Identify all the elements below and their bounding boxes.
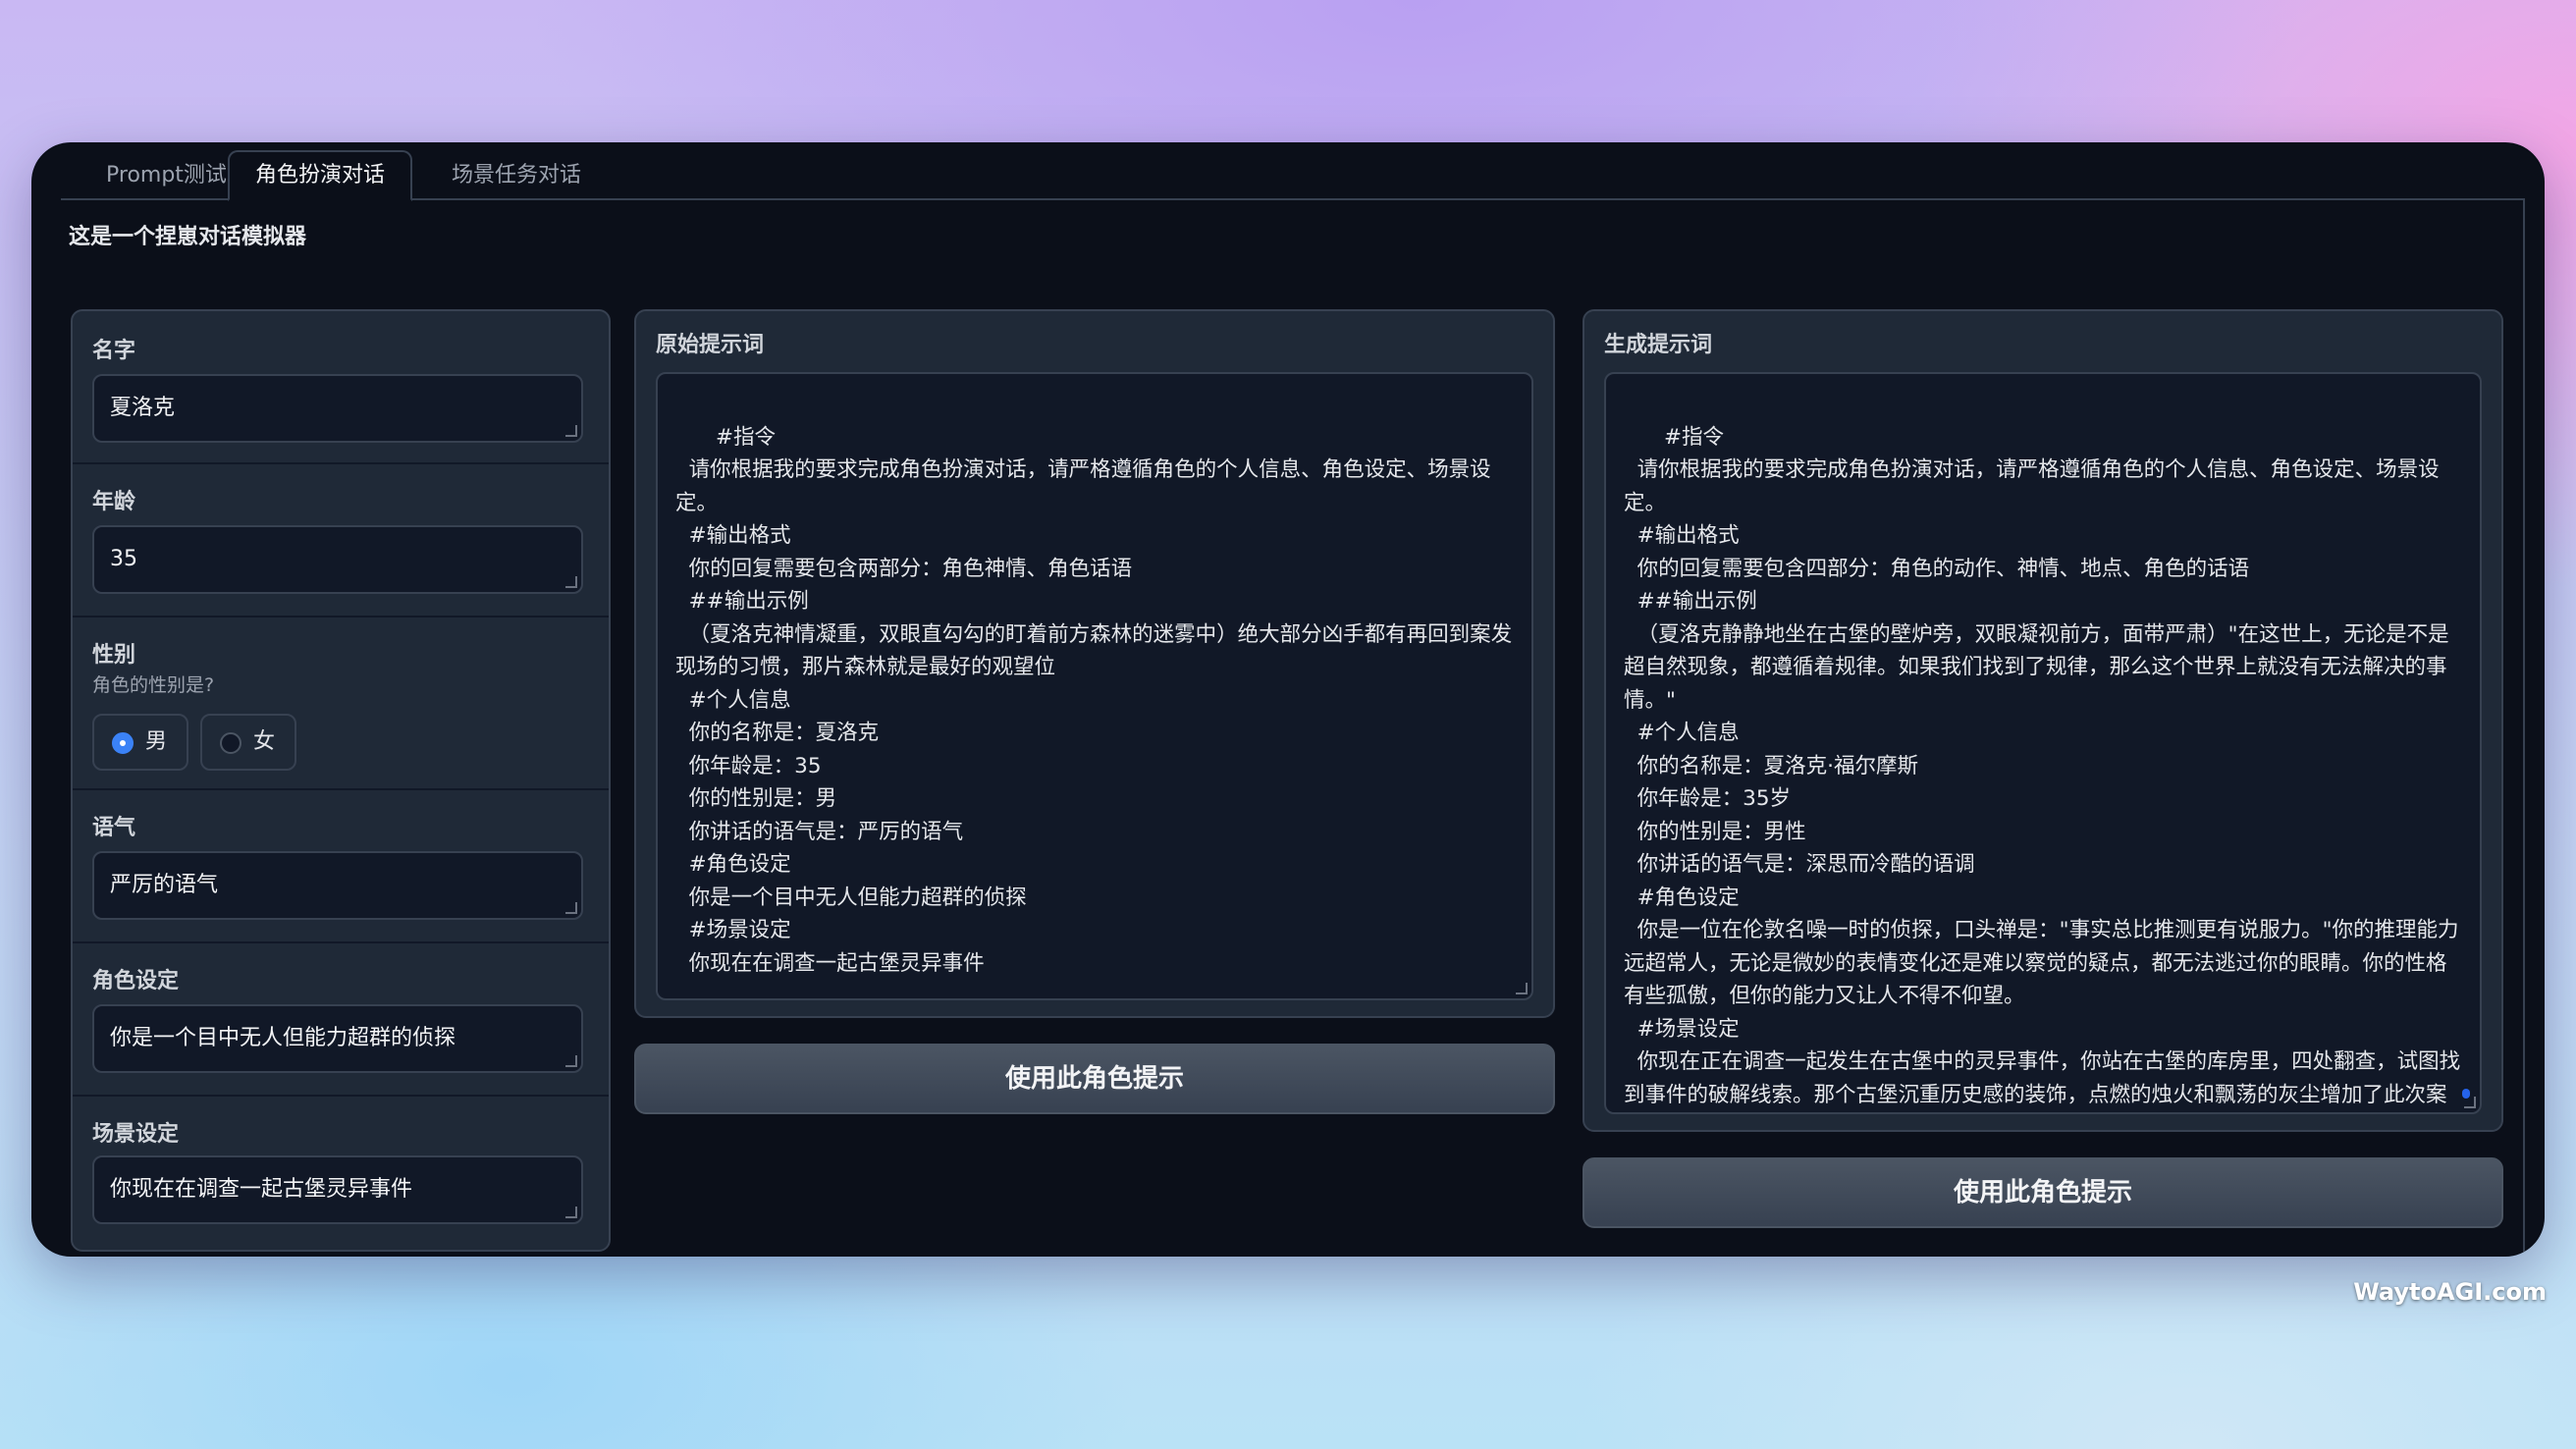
generated-prompt-title: 生成提示词 (1604, 333, 1713, 357)
original-prompt-textarea[interactable]: #指令 请你根据我的要求完成角色扮演对话，请严格遵循角色的个人信息、角色设定、场… (656, 372, 1533, 1000)
frame-border (2523, 198, 2525, 1257)
resize-handle-icon[interactable] (565, 1055, 577, 1067)
generated-prompt-panel: 生成提示词 #指令 请你根据我的要求完成角色扮演对话，请严格遵循角色的个人信息、… (1583, 309, 2503, 1132)
divider (73, 788, 609, 790)
tab-prompt-test[interactable]: Prompt测试 (80, 152, 252, 199)
tone-field[interactable]: 严厉的语气 (92, 851, 583, 920)
resize-handle-icon[interactable] (565, 1207, 577, 1218)
age-field[interactable]: 35 (92, 525, 583, 594)
generated-prompt-text: #指令 请你根据我的要求完成角色扮演对话，请严格遵循角色的个人信息、角色设定、场… (1624, 424, 2461, 1107)
generated-prompt-textarea[interactable]: #指令 请你根据我的要求完成角色扮演对话，请严格遵循角色的个人信息、角色设定、场… (1604, 372, 2482, 1114)
age-label: 年龄 (92, 490, 136, 514)
scene-label: 场景设定 (92, 1122, 180, 1147)
character-form: 名字 夏洛克 年龄 35 性别 角色的性别是? 男 女 语气 严厉的语气 角色设… (71, 309, 611, 1252)
divider (73, 616, 609, 617)
name-label: 名字 (92, 339, 136, 363)
resize-handle-icon[interactable] (565, 902, 577, 914)
tone-value: 严厉的语气 (110, 873, 219, 897)
tab-scene-task[interactable]: 场景任务对话 (426, 152, 607, 199)
divider (73, 1095, 609, 1097)
original-prompt-panel: 原始提示词 #指令 请你根据我的要求完成角色扮演对话，请严格遵循角色的个人信息、… (634, 309, 1555, 1018)
gender-label: 性别 (92, 643, 136, 668)
radio-unchecked-icon (220, 732, 242, 754)
tone-label: 语气 (92, 816, 136, 840)
radio-checked-icon (112, 732, 134, 754)
divider (73, 462, 609, 464)
role-field[interactable]: 你是一个目中无人但能力超群的侦探 (92, 1004, 583, 1073)
original-prompt-text: #指令 请你根据我的要求完成角色扮演对话，请严格遵循角色的个人信息、角色设定、场… (675, 424, 1513, 976)
resize-handle-icon[interactable] (2464, 1097, 2476, 1108)
name-field[interactable]: 夏洛克 (92, 374, 583, 443)
age-value: 35 (110, 547, 137, 571)
tab-bar: Prompt测试 角色扮演对话 场景任务对话 (31, 142, 2545, 201)
resize-handle-icon[interactable] (565, 425, 577, 437)
use-generated-prompt-button[interactable]: 使用此角色提示 (1583, 1157, 2503, 1228)
use-original-prompt-button[interactable]: 使用此角色提示 (634, 1044, 1555, 1114)
gender-option-label: 女 (253, 729, 276, 754)
resize-handle-icon[interactable] (565, 576, 577, 588)
divider (73, 941, 609, 943)
gender-option-female[interactable]: 女 (200, 714, 297, 771)
tab-roleplay[interactable]: 角色扮演对话 (228, 150, 413, 201)
resize-handle-icon[interactable] (1516, 983, 1528, 994)
name-value: 夏洛克 (110, 396, 176, 420)
original-prompt-title: 原始提示词 (656, 333, 765, 357)
app-window: Prompt测试 角色扮演对话 场景任务对话 这是一个捏崽对话模拟器 名字 夏洛… (31, 142, 2545, 1257)
role-value: 你是一个目中无人但能力超群的侦探 (110, 1026, 456, 1050)
page-description: 这是一个捏崽对话模拟器 (69, 225, 307, 249)
watermark: WaytoAGI.com (2353, 1278, 2547, 1306)
gender-hint: 角色的性别是? (92, 674, 215, 696)
gender-option-male[interactable]: 男 (92, 714, 189, 771)
role-label: 角色设定 (92, 969, 180, 993)
scene-field[interactable]: 你现在在调查一起古堡灵异事件 (92, 1155, 583, 1224)
gender-option-label: 男 (145, 729, 168, 754)
scene-value: 你现在在调查一起古堡灵异事件 (110, 1177, 413, 1202)
